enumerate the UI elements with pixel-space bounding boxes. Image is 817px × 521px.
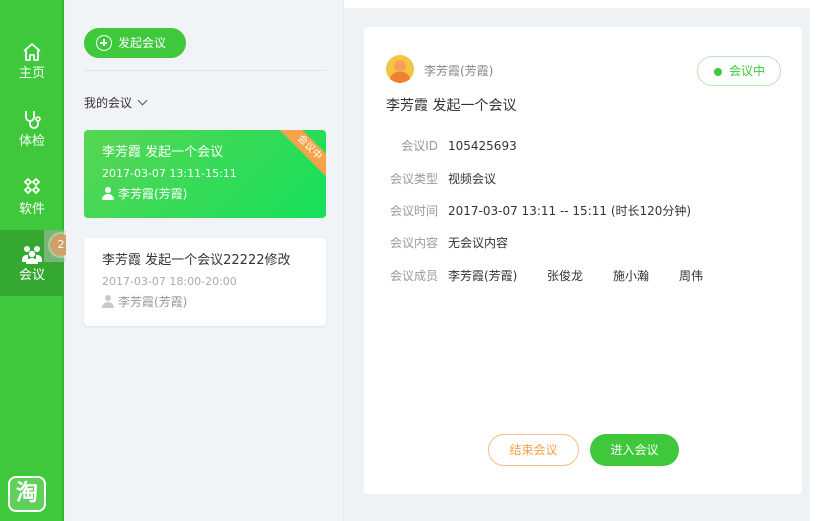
- owner-name: 李芳霞(芳霞): [118, 295, 188, 309]
- meeting-card-time: 2017-03-07 18:00-20:00: [102, 275, 237, 288]
- chevron-down-icon: [137, 95, 148, 106]
- apps-icon: [20, 176, 44, 200]
- user-icon: [102, 187, 114, 200]
- status-dot-icon: [714, 68, 722, 76]
- field-label: 会议时间: [389, 204, 438, 218]
- meeting-card-title: 李芳霞 发起一个会议: [102, 145, 224, 160]
- member-name: 李芳霞(芳霞): [448, 269, 518, 283]
- user-icon: [102, 295, 114, 308]
- start-meeting-button[interactable]: 发起会议: [84, 28, 186, 58]
- sidebar-item-label: 体检: [18, 134, 45, 149]
- field-label: 会议成员: [389, 269, 438, 283]
- member-name: 张俊龙: [547, 269, 584, 283]
- start-meeting-label: 发起会议: [118, 36, 167, 50]
- status-text: 会议中: [729, 64, 766, 78]
- meeting-card-time: 2017-03-07 13:11-15:11: [102, 167, 237, 180]
- divider: [84, 70, 326, 71]
- app-logo[interactable]: 淘: [8, 476, 46, 512]
- field-value: 2017-03-07 13:11 -- 15:11 (时长120分钟): [448, 204, 692, 218]
- home-icon: [20, 40, 44, 64]
- sidebar-item-label: 主页: [18, 66, 45, 81]
- meeting-card-title: 李芳霞 发起一个会议22222修改: [102, 253, 291, 268]
- sidebar-item-home[interactable]: 主页: [0, 40, 64, 106]
- field-row-type: 会议类型 视频会议: [364, 171, 802, 187]
- meeting-icon: [20, 242, 44, 266]
- field-row-time: 会议时间 2017-03-07 13:11 -- 15:11 (时长120分钟): [364, 203, 802, 219]
- sidebar-item-label: 会议: [18, 268, 45, 283]
- join-meeting-button[interactable]: 进入会议: [590, 434, 679, 466]
- field-label: 会议内容: [389, 236, 438, 250]
- end-meeting-button[interactable]: 结束会议: [488, 434, 579, 466]
- member-name: 周伟: [679, 269, 704, 283]
- detail-title: 李芳霞 发起一个会议: [386, 98, 517, 114]
- my-meetings-dropdown[interactable]: 我的会议: [84, 94, 148, 111]
- meeting-card[interactable]: 李芳霞 发起一个会议22222修改 2017-03-07 18:00-20:00…: [84, 238, 326, 326]
- sidebar-item-checkup[interactable]: 体检: [0, 108, 64, 174]
- field-row-id: 会议ID 105425693: [364, 138, 802, 154]
- field-value: 无会议内容: [448, 236, 509, 250]
- avatar: [386, 55, 414, 83]
- meeting-card-owner: 李芳霞(芳霞): [102, 293, 308, 310]
- field-row-members: 会议成员 李芳霞(芳霞) 张俊龙 施小瀚 周伟: [364, 268, 802, 284]
- right-edge: [810, 0, 817, 521]
- member-name: 施小瀚: [613, 269, 650, 283]
- field-row-content: 会议内容 无会议内容: [364, 235, 802, 251]
- status-badge: 会议中: [697, 56, 781, 86]
- stethoscope-icon: [20, 108, 44, 132]
- field-value: 105425693: [448, 139, 517, 153]
- detail-owner: 李芳霞(芳霞): [424, 64, 494, 78]
- plus-circle-icon: [96, 35, 112, 51]
- field-label: 会议类型: [389, 172, 438, 186]
- sidebar-item-label: 软件: [18, 202, 45, 217]
- meeting-card-active[interactable]: 会议中 李芳霞 发起一个会议 2017-03-07 13:11-15:11 李芳…: [84, 130, 326, 218]
- my-meetings-label: 我的会议: [84, 96, 133, 110]
- meeting-detail-panel: 李芳霞(芳霞) 会议中 李芳霞 发起一个会议 会议ID 105425693 会议…: [364, 27, 802, 494]
- sidebar-nav: 主页 体检 软件 会议 2 淘: [0, 0, 76, 521]
- meeting-card-owner: 李芳霞(芳霞): [102, 185, 308, 202]
- field-label: 会议ID: [401, 139, 438, 153]
- owner-name: 李芳霞(芳霞): [118, 187, 188, 201]
- sidebar-item-meeting[interactable]: 会议 2: [0, 230, 76, 296]
- field-value: 视频会议: [448, 172, 497, 186]
